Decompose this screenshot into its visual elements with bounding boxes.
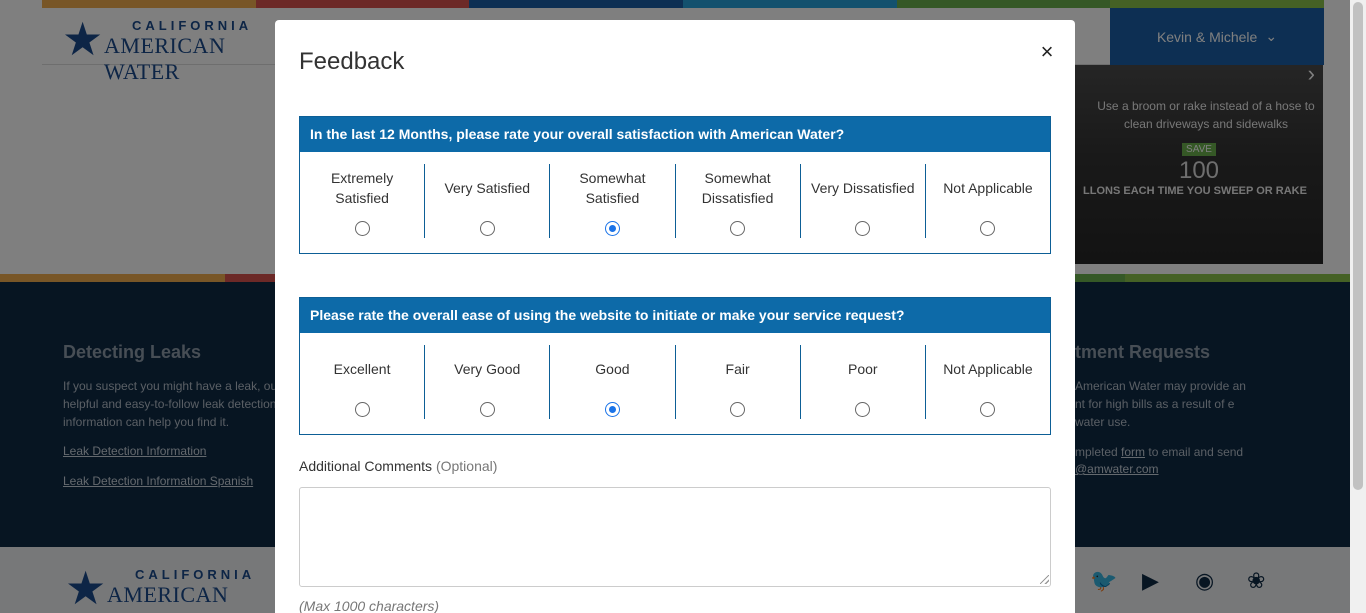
option-somewhat-dissatisfied[interactable]: Somewhat Dissatisfied xyxy=(676,164,801,238)
option-label: Very Good xyxy=(454,361,521,377)
option-very-satisfied[interactable]: Very Satisfied xyxy=(425,164,551,238)
radio-button[interactable] xyxy=(730,402,746,417)
option-label: Somewhat Satisfied xyxy=(579,170,646,206)
option-excellent[interactable]: Excellent xyxy=(300,345,426,419)
option-not-applicable[interactable]: Not Applicable xyxy=(926,164,1050,238)
comments-label: Additional Comments (Optional) xyxy=(299,458,497,474)
radio-button[interactable] xyxy=(980,221,996,236)
radio-button[interactable] xyxy=(479,221,495,236)
satisfaction-question: In the last 12 Months, please rate your … xyxy=(299,116,1051,254)
option-label: Poor xyxy=(847,361,878,377)
option-somewhat-satisfied[interactable]: Somewhat Satisfied xyxy=(550,164,676,238)
option-label: Not Applicable xyxy=(943,180,1033,196)
option-poor[interactable]: Poor xyxy=(801,345,926,419)
comments-label-text: Additional Comments xyxy=(299,458,433,474)
radio-button[interactable] xyxy=(354,402,370,417)
option-label: Somewhat Dissatisfied xyxy=(701,170,774,206)
modal-title: Feedback xyxy=(299,48,405,75)
option-fair[interactable]: Fair xyxy=(676,345,801,419)
radio-button-selected[interactable] xyxy=(604,221,620,236)
radio-button-selected[interactable] xyxy=(604,402,620,417)
page-scrollbar[interactable] xyxy=(1350,0,1366,613)
question-text: Please rate the overall ease of using th… xyxy=(300,298,1050,333)
option-label: Fair xyxy=(725,361,750,377)
close-icon[interactable]: × xyxy=(1035,40,1059,64)
feedback-modal: Feedback × In the last 12 Months, please… xyxy=(275,20,1075,613)
radio-button[interactable] xyxy=(354,221,370,236)
option-label: Good xyxy=(595,361,630,377)
option-good[interactable]: Good xyxy=(550,345,676,419)
option-extremely-satisfied[interactable]: Extremely Satisfied xyxy=(300,164,426,238)
resize-grip-icon[interactable] xyxy=(1040,575,1049,584)
option-very-good[interactable]: Very Good xyxy=(425,345,551,419)
option-very-dissatisfied[interactable]: Very Dissatisfied xyxy=(801,164,926,238)
optional-text: (Optional) xyxy=(435,458,498,474)
option-label: Excellent xyxy=(333,361,391,377)
option-label: Very Satisfied xyxy=(444,180,531,196)
scrollbar-thumb[interactable] xyxy=(1353,2,1363,490)
rating-options: Extremely Satisfied Very Satisfied Somew… xyxy=(300,152,1050,253)
option-label: Extremely Satisfied xyxy=(330,170,394,206)
comments-textarea[interactable] xyxy=(299,487,1051,587)
option-not-applicable[interactable]: Not Applicable xyxy=(926,345,1050,419)
option-label: Very Dissatisfied xyxy=(811,180,915,196)
radio-button[interactable] xyxy=(730,221,746,236)
max-characters-hint: (Max 1000 characters) xyxy=(299,598,440,613)
radio-button[interactable] xyxy=(855,402,871,417)
radio-button[interactable] xyxy=(479,402,495,417)
radio-button[interactable] xyxy=(855,221,871,236)
ease-of-use-question: Please rate the overall ease of using th… xyxy=(299,297,1051,435)
radio-button[interactable] xyxy=(980,402,996,417)
rating-options: Excellent Very Good Good Fair Poor Not A… xyxy=(300,333,1050,434)
question-text: In the last 12 Months, please rate your … xyxy=(300,117,1050,152)
option-label: Not Applicable xyxy=(943,361,1033,377)
